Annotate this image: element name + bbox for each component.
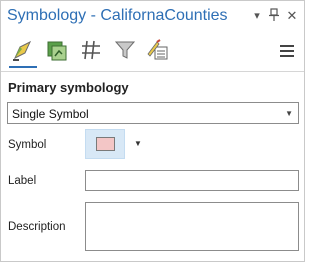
funnel-icon	[114, 41, 136, 59]
description-input[interactable]	[85, 202, 299, 251]
symbology-tabs	[7, 35, 177, 69]
symbol-dropdown-icon[interactable]: ▼	[134, 139, 142, 148]
tab-primary-symbology[interactable]	[9, 35, 37, 65]
pane-options-dropdown-icon[interactable]: ▾	[250, 8, 264, 24]
pane-title-bar: Symbology - CalifornaCounties ▾ ✕	[1, 1, 304, 33]
symbol-button[interactable]	[85, 129, 125, 159]
tab-advanced[interactable]	[143, 35, 171, 65]
brush-list-icon	[147, 39, 168, 60]
label-field-label: Label	[8, 175, 37, 187]
symbol-label: Symbol	[8, 139, 47, 151]
symbology-pane: Symbology - CalifornaCounties ▾ ✕ Primar…	[0, 0, 305, 262]
close-icon[interactable]: ✕	[285, 8, 299, 24]
vary-symbology-icon	[47, 41, 67, 61]
paint-brush-icon	[13, 40, 32, 61]
chevron-down-icon: ▼	[285, 109, 293, 118]
tab-labels[interactable]	[77, 35, 105, 65]
selected-tab-indicator	[9, 66, 37, 68]
label-input[interactable]	[85, 170, 299, 191]
hamburger-menu-icon[interactable]	[279, 43, 295, 57]
select-value: Single Symbol	[12, 107, 89, 121]
toolbar-divider	[1, 71, 304, 72]
pin-icon[interactable]	[267, 8, 281, 24]
symbol-swatch	[96, 137, 115, 151]
hash-grid-icon	[82, 40, 100, 60]
description-field-label: Description	[8, 221, 66, 233]
tab-vary-symbology[interactable]	[43, 35, 71, 65]
tab-filter[interactable]	[111, 35, 139, 65]
pane-title: Symbology - CalifornaCounties	[7, 7, 228, 24]
symbology-method-select[interactable]: Single Symbol ▼	[7, 102, 299, 124]
section-heading: Primary symbology	[8, 80, 129, 95]
